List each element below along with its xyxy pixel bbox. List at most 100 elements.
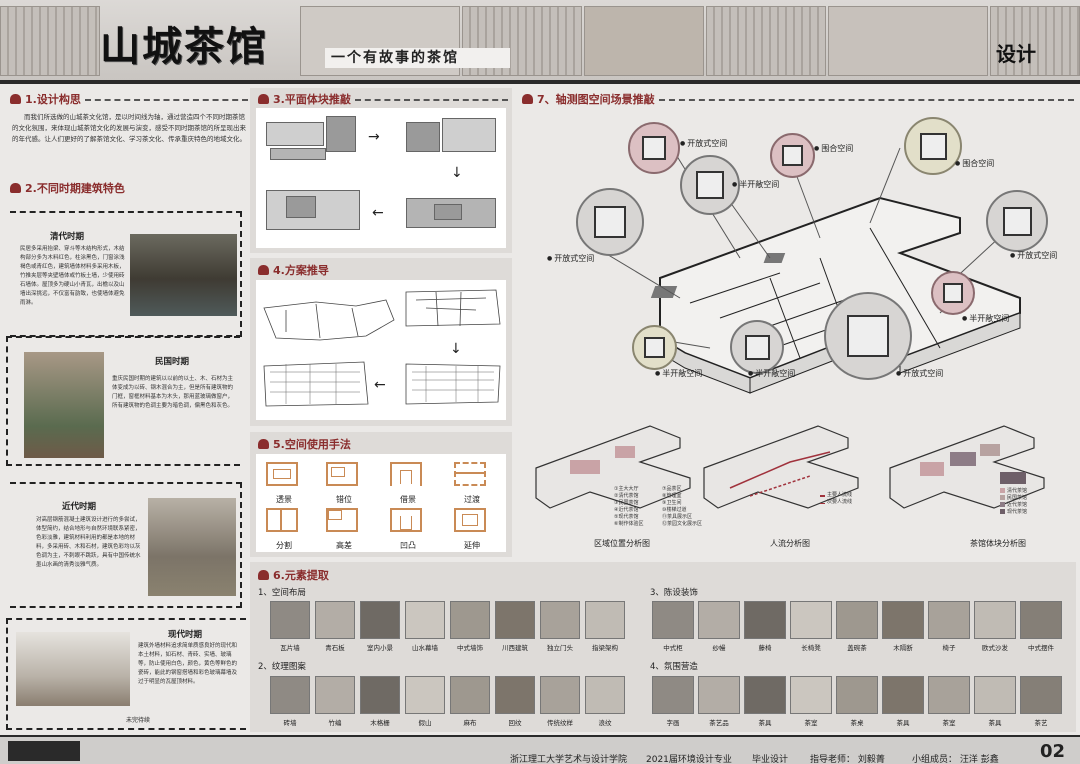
- teapot-icon: [522, 94, 533, 104]
- element-label: 独立门头: [547, 644, 573, 652]
- era-title: 民国时期: [155, 357, 190, 367]
- era-text: 建筑外墙材料追求简单质感良好的现代和本土材料，如石材、青砖、实墙、玻璃等，防止使…: [138, 643, 238, 685]
- footer-members: 小组成员： 汪洋 彭鑫: [912, 755, 999, 764]
- element-label: 竹编: [328, 719, 342, 727]
- element-label: 欧式沙发: [982, 644, 1008, 652]
- element-label: 茶室: [942, 719, 956, 727]
- method-label: 借景: [400, 495, 416, 504]
- element-thumbnail: [540, 676, 580, 714]
- scene-label: 半开敞空间: [655, 368, 702, 379]
- page-number: 02: [1040, 741, 1066, 762]
- element-thumbnail: [450, 601, 490, 639]
- school-logo-icon: [8, 741, 80, 761]
- scene-label: 开放式空间: [547, 253, 594, 264]
- scene-circle-semi-3: [632, 325, 677, 370]
- element-label: 木隔断: [893, 644, 913, 652]
- subgroup-title: 4、氛围营造: [650, 662, 698, 672]
- element-thumbnail: [698, 676, 740, 714]
- scene-label: 开放式空间: [896, 368, 943, 379]
- era-text: 重庆民国时期的建筑以以前的以土、木、石材为主体变成为以砖、钢木混合为主，但是所有…: [112, 376, 234, 409]
- divider: [0, 80, 1080, 84]
- scene-circle-open-3: [986, 190, 1048, 252]
- method-transition-icon: [454, 462, 486, 486]
- footer-major: 2021届环境设计专业: [646, 755, 732, 764]
- section-header-elements: 6.元素提取: [258, 567, 458, 583]
- analysis-drawings: [535, 425, 1045, 509]
- page-subtitle: 一个有故事的茶馆: [325, 48, 510, 68]
- element-label: 青石板: [325, 644, 345, 652]
- arrow-left-icon: ←: [372, 205, 384, 221]
- block-legend: 清代茶馆 民国茶馆 近代茶馆 现代茶馆: [1000, 488, 1027, 516]
- element-label: 山水幕墙: [412, 644, 438, 652]
- contemporary-photo: [16, 632, 130, 706]
- scene-circle-semi-4: [730, 320, 784, 374]
- era-text: 对高层钢筋混凝土建筑设计进行的多尝试，体型简约，结合地形与自然环境联系紧密，色彩…: [36, 517, 141, 568]
- method-level-diff-icon: [326, 508, 358, 532]
- method-label: 延伸: [464, 541, 480, 550]
- element-label: 茶桌: [850, 719, 864, 727]
- element-thumbnail: [540, 601, 580, 639]
- scene-circle-open-4: [824, 292, 912, 380]
- scene-label: 开放式空间: [680, 138, 727, 149]
- plan-block: [326, 116, 356, 152]
- element-label: 回纹: [508, 719, 522, 727]
- element-thumbnail: [974, 676, 1016, 714]
- zone-legend: ⑦品茶区 ⑧管理室 ⑨卫生间 ⑩楼梯过道 ⑪茶具展示区 ⑫茶园文化展示区: [662, 486, 703, 527]
- element-thumbnail: [360, 676, 400, 714]
- element-thumbnail: [790, 676, 832, 714]
- method-label: 错位: [336, 495, 352, 504]
- design-label: 设计: [996, 42, 1036, 66]
- section-title: 6.元素提取: [273, 569, 329, 582]
- scene-circle-enclosed-1: [770, 133, 815, 178]
- element-label: 盖碗茶: [847, 644, 867, 652]
- scene-label: 半开敞空间: [732, 179, 779, 190]
- element-thumbnail: [495, 676, 535, 714]
- method-label: 高差: [336, 541, 352, 550]
- section-title: 3.平面体块推敲: [273, 93, 351, 106]
- element-label: 室内小景: [367, 644, 393, 652]
- plan-block: [434, 204, 462, 220]
- section-title: 5.空间使用手法: [273, 438, 351, 451]
- element-thumbnail: [315, 601, 355, 639]
- element-thumbnail: [744, 601, 786, 639]
- qing-building-photo: [130, 234, 237, 316]
- scheme-diagram: ↓ ←: [256, 280, 506, 420]
- scene-circle-open-1: [628, 122, 680, 174]
- element-label: 藤椅: [758, 644, 772, 652]
- floorplan-sketches: [263, 289, 501, 407]
- scene-label: 半开敞空间: [748, 368, 795, 379]
- concept-text: 而我们所选做的山城茶文化馆，是以时间线为轴，通过营造四个不同时期茶馆的文化氛围，…: [12, 113, 246, 143]
- element-thumbnail: [928, 601, 970, 639]
- element-thumbnail: [405, 601, 445, 639]
- subgroup-title: 1、空间布局: [258, 588, 306, 598]
- element-label: 中式柜: [663, 644, 683, 652]
- element-thumbnail: [882, 676, 924, 714]
- element-label: 传统纹样: [547, 719, 573, 727]
- section-header-concept: 1.设计构思: [10, 91, 248, 107]
- footer-graduation: 毕业设计: [752, 755, 789, 764]
- teapot-icon: [258, 570, 269, 580]
- arrow-left-icon: ←: [374, 377, 386, 393]
- method-offset-icon: [326, 462, 358, 486]
- method-label: 透景: [276, 495, 292, 504]
- element-thumbnail: [585, 601, 625, 639]
- dashed-rule: [354, 99, 508, 101]
- dashed-rule: [84, 99, 248, 101]
- analysis-title: 人流分析图: [770, 539, 810, 548]
- poster-page: 山城茶馆 一个有故事的茶馆 设计 1.设计构思 而我们所选做的山城茶文化馆，是以…: [0, 0, 1080, 764]
- element-label: 茶艺: [1034, 719, 1048, 727]
- section-title: 4.方案推导: [273, 264, 329, 277]
- element-label: 川西建筑: [502, 644, 528, 652]
- element-thumbnail: [270, 601, 310, 639]
- plan-blocks-diagram: → ↓ ←: [256, 108, 506, 248]
- element-thumbnail: [495, 601, 535, 639]
- section-header-space: 5.空间使用手法: [258, 436, 508, 452]
- element-thumbnail: [744, 676, 786, 714]
- element-thumbnail: [790, 601, 832, 639]
- element-label: 指梁架构: [592, 644, 618, 652]
- section-header-scheme: 4.方案推导: [258, 262, 508, 278]
- plan-block: [266, 122, 324, 146]
- element-label: 茶具: [896, 719, 910, 727]
- modern-photo: [148, 498, 236, 596]
- arrow-down-icon: ↓: [451, 165, 463, 181]
